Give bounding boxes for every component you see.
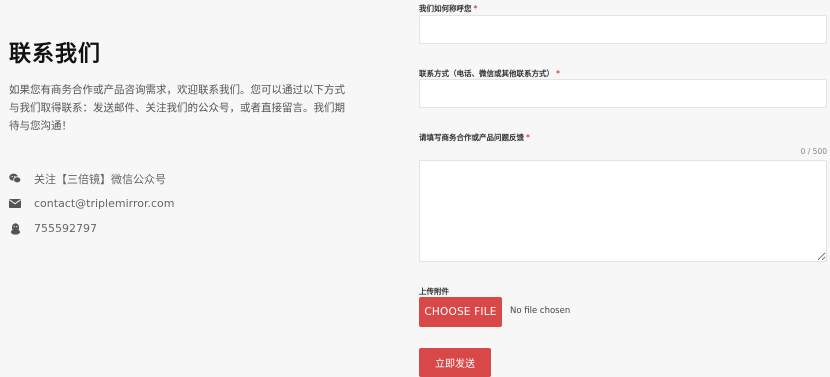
contact-item-email: contact@triplemirror.com [9, 191, 309, 216]
wechat-text: 关注【三倍镜】微信公众号 [34, 172, 166, 186]
qq-number: 755592797 [34, 222, 97, 235]
message-label: 请填写商务合作或产品问题反馈 * [419, 133, 530, 142]
wechat-icon [9, 173, 21, 185]
contact-method-input[interactable] [419, 79, 827, 108]
contact-list: 关注【三倍镜】微信公众号 contact@triplemirror.com 75… [9, 166, 309, 241]
name-label: 我们如何称呼您 * [419, 4, 478, 13]
envelope-icon [9, 198, 21, 210]
char-counter: 0 / 500 [800, 147, 827, 156]
required-mark: * [556, 69, 560, 78]
file-status-text: No file chosen [510, 306, 571, 316]
attachment-label: 上传附件 [419, 287, 449, 296]
page-title: 联系我们 [9, 42, 102, 67]
name-input[interactable] [419, 15, 827, 44]
submit-button[interactable]: 立即发送 [419, 348, 491, 377]
required-mark: * [473, 4, 478, 13]
message-textarea[interactable] [419, 160, 827, 262]
qq-icon [9, 222, 21, 235]
contact-method-label: 联系方式（电话、微信或其他联系方式） * [419, 69, 560, 78]
contact-item-wechat: 关注【三倍镜】微信公众号 [9, 166, 309, 191]
required-mark: * [526, 133, 530, 142]
intro-text: 如果您有商务合作或产品咨询需求，欢迎联系我们。您可以通过以下方式与我们取得联系：… [9, 84, 345, 132]
contact-item-qq: 755592797 [9, 216, 309, 241]
contact-page: 联系我们 如果您有商务合作或产品咨询需求，欢迎联系我们。您可以通过以下方式与我们… [0, 0, 830, 377]
choose-file-button[interactable]: CHOOSE FILE [419, 297, 502, 327]
email-link[interactable]: contact@triplemirror.com [34, 197, 174, 210]
